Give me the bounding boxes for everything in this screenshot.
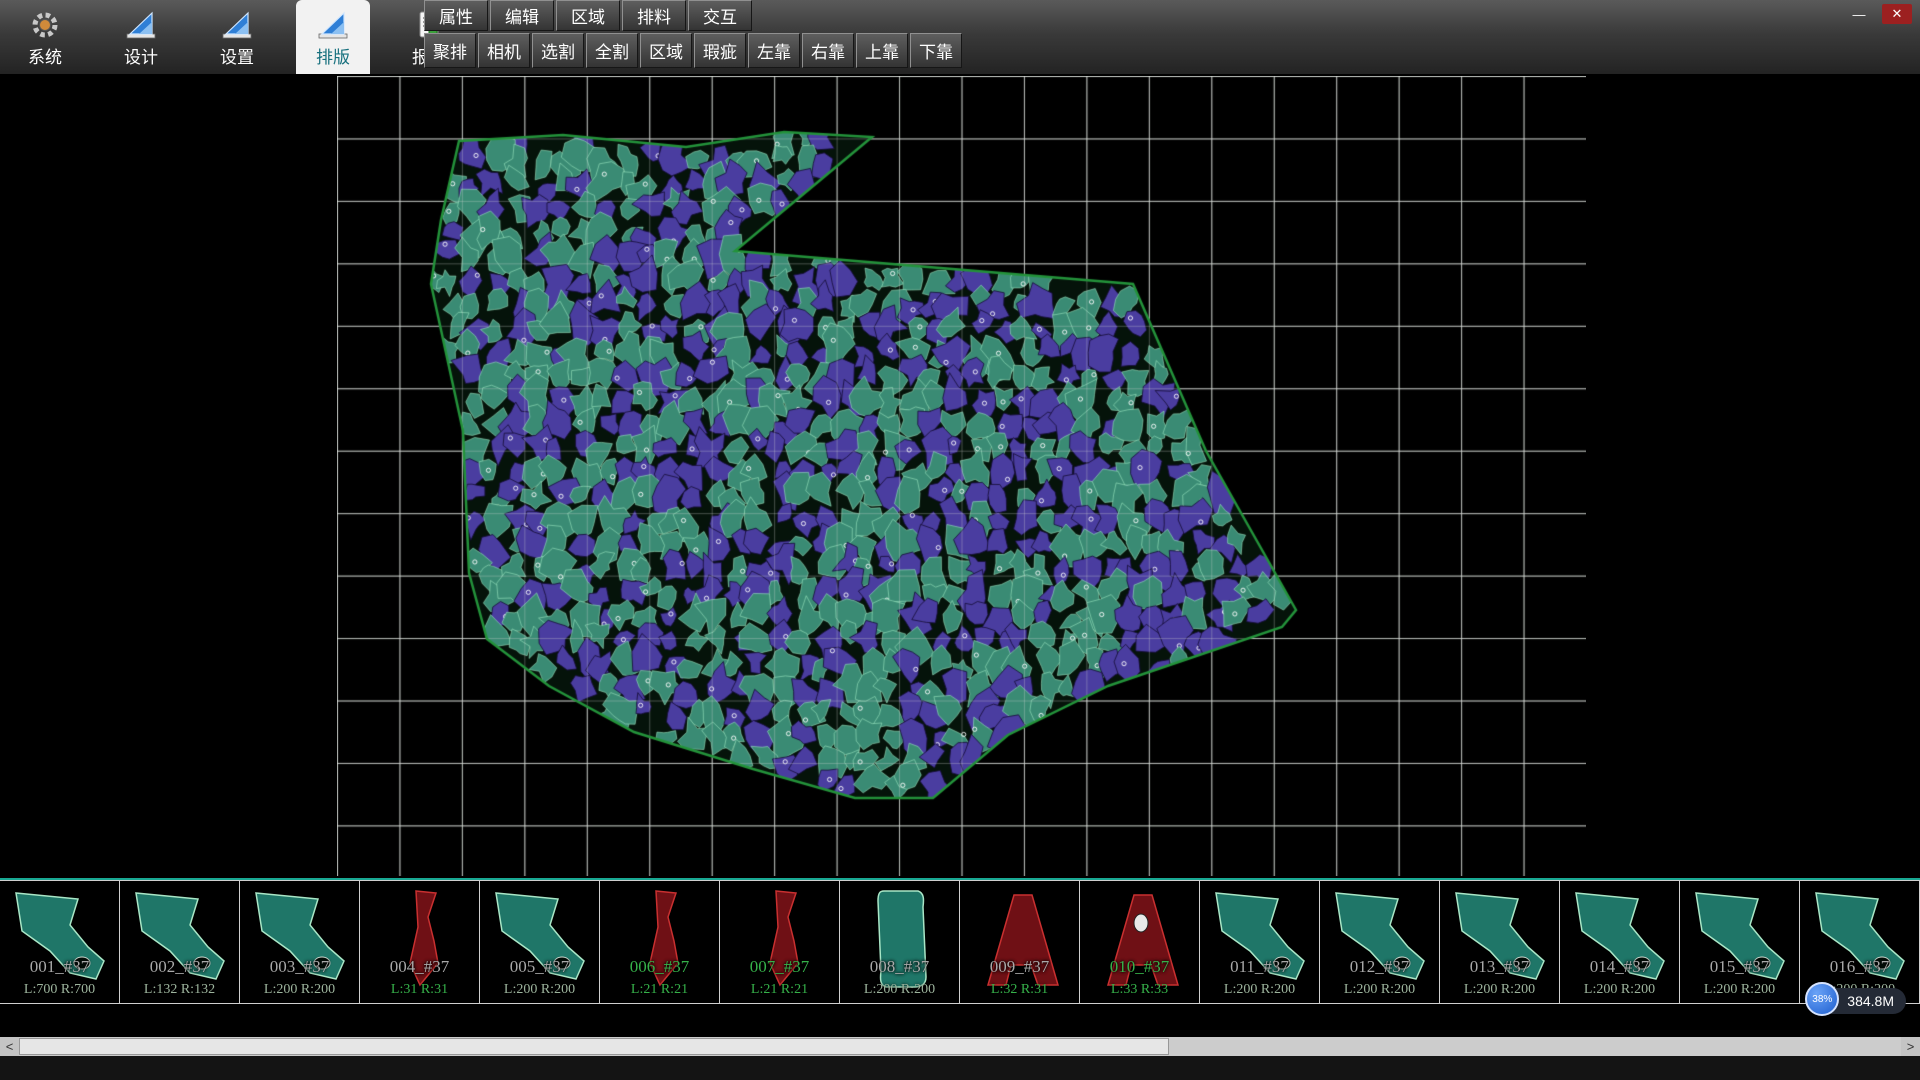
- thumbnail-row: 001_#37 L:700 R:700002_#37 L:132 R:132003_…: [0, 880, 1920, 1004]
- piece-lr-count: L:31 R:31: [360, 982, 479, 998]
- tab-label: 设置: [220, 49, 254, 66]
- piece-thumbnail-003[interactable]: 003_#37 L:200 R:200: [240, 881, 360, 1003]
- menu-camera-button[interactable]: 相机: [478, 33, 530, 68]
- piece-label: 003_#37: [240, 957, 359, 977]
- piece-label: 001_#37: [0, 957, 119, 977]
- close-button[interactable]: ✕: [1882, 4, 1912, 24]
- menu-region-button[interactable]: 区域: [556, 0, 620, 31]
- piece-lr-count: L:33 R:33: [1080, 982, 1199, 998]
- piece-label: 016_#37: [1800, 957, 1919, 977]
- piece-thumbnail-014[interactable]: 014_#37 L:200 R:200: [1560, 881, 1680, 1003]
- piece-lr-count: L:200 R:200: [1320, 982, 1439, 998]
- menu-nesting-button[interactable]: 排料: [622, 0, 686, 31]
- piece-thumbnail-011[interactable]: 011_#37 L:200 R:200: [1200, 881, 1320, 1003]
- tab-design[interactable]: 设计: [104, 0, 178, 74]
- workspace: [0, 74, 1920, 878]
- gear-icon: [29, 9, 61, 46]
- set-square-icon: [317, 9, 349, 46]
- piece-thumbnail-012[interactable]: 012_#37 L:200 R:200: [1320, 881, 1440, 1003]
- menu-align-bottom-button[interactable]: 下靠: [910, 33, 962, 68]
- memory-value: 384.8M: [1847, 993, 1894, 1009]
- piece-label: 011_#37: [1200, 957, 1319, 977]
- horizontal-scrollbar[interactable]: < >: [0, 1037, 1920, 1056]
- scroll-thumb[interactable]: [19, 1038, 1169, 1055]
- piece-label: 010_#37: [1080, 957, 1199, 977]
- menu-defect-button[interactable]: 瑕疵: [694, 33, 746, 68]
- piece-lr-count: L:200 R:200: [480, 982, 599, 998]
- piece-label: 014_#37: [1560, 957, 1679, 977]
- minimize-button[interactable]: —: [1844, 4, 1874, 24]
- piece-thumbnail-001[interactable]: 001_#37 L:700 R:700: [0, 881, 120, 1003]
- piece-label: 004_#37: [360, 957, 479, 977]
- piece-lr-count: L:200 R:200: [1200, 982, 1319, 998]
- toolbar: 系统设计设置排版报表 属性编辑区域排料交互 聚排相机选割全割区域瑕疵左靠右靠上靠…: [0, 0, 1920, 74]
- menu-row-1: 属性编辑区域排料交互: [424, 0, 964, 31]
- piece-label: 009_#37: [960, 957, 1079, 977]
- memory-status: 38% 384.8M: [1811, 988, 1906, 1014]
- piece-thumbnail-013[interactable]: 013_#37 L:200 R:200: [1440, 881, 1560, 1003]
- piece-thumbnail-004[interactable]: 004_#37 L:31 R:31: [360, 881, 480, 1003]
- piece-label: 015_#37: [1680, 957, 1799, 977]
- piece-label: 013_#37: [1440, 957, 1559, 977]
- tab-layout[interactable]: 排版: [296, 0, 370, 74]
- scroll-left-button[interactable]: <: [0, 1037, 19, 1056]
- menu-cut-all-button[interactable]: 全割: [586, 33, 638, 68]
- menu-edit-button[interactable]: 编辑: [490, 0, 554, 31]
- piece-lr-count: L:700 R:700: [0, 982, 119, 998]
- menu-cluster-nest-button[interactable]: 聚排: [424, 33, 476, 68]
- bottom-filler: [0, 1056, 1920, 1080]
- piece-thumbnail-008[interactable]: 008_#37 L:200 R:200: [840, 881, 960, 1003]
- tab-system[interactable]: 系统: [8, 0, 82, 74]
- menu-align-top-button[interactable]: 上靠: [856, 33, 908, 68]
- piece-thumbnail-005[interactable]: 005_#37 L:200 R:200: [480, 881, 600, 1003]
- piece-thumbnail-007[interactable]: 007_#37 L:21 R:21: [720, 881, 840, 1003]
- piece-lr-count: L:200 R:200: [1680, 982, 1799, 998]
- nesting-viewport[interactable]: [337, 76, 1586, 876]
- menu-bar: 属性编辑区域排料交互 聚排相机选割全割区域瑕疵左靠右靠上靠下靠: [424, 0, 964, 68]
- menu-zone-button[interactable]: 区域: [640, 33, 692, 68]
- piece-thumbnail-002[interactable]: 002_#37 L:132 R:132: [120, 881, 240, 1003]
- menu-align-left-button[interactable]: 左靠: [748, 33, 800, 68]
- piece-lr-count: L:132 R:132: [120, 982, 239, 998]
- piece-lr-count: L:200 R:200: [1560, 982, 1679, 998]
- piece-thumbnail-010[interactable]: 010_#37 L:33 R:33: [1080, 881, 1200, 1003]
- piece-lr-count: L:21 R:21: [600, 982, 719, 998]
- app-window: 系统设计设置排版报表 属性编辑区域排料交互 聚排相机选割全割区域瑕疵左靠右靠上靠…: [0, 0, 1920, 1080]
- piece-label: 006_#37: [600, 957, 719, 977]
- piece-lr-count: L:200 R:200: [840, 982, 959, 998]
- progress-badge: 38%: [1805, 982, 1839, 1016]
- piece-thumbnail-006[interactable]: 006_#37 L:21 R:21: [600, 881, 720, 1003]
- piece-label: 012_#37: [1320, 957, 1439, 977]
- set-square-icon: [221, 9, 253, 46]
- piece-label: 005_#37: [480, 957, 599, 977]
- menu-interaction-button[interactable]: 交互: [688, 0, 752, 31]
- piece-lr-count: L:200 R:200: [240, 982, 359, 998]
- window-controls: — ✕: [1844, 4, 1912, 24]
- piece-label: 007_#37: [720, 957, 839, 977]
- set-square-icon: [125, 9, 157, 46]
- menu-row-2: 聚排相机选割全割区域瑕疵左靠右靠上靠下靠: [424, 33, 964, 68]
- piece-lr-count: L:200 R:200: [1440, 982, 1559, 998]
- piece-label: 008_#37: [840, 957, 959, 977]
- piece-thumbnail-015[interactable]: 015_#37 L:200 R:200: [1680, 881, 1800, 1003]
- menu-align-right-button[interactable]: 右靠: [802, 33, 854, 68]
- tab-settings[interactable]: 设置: [200, 0, 274, 74]
- piece-lr-count: L:21 R:21: [720, 982, 839, 998]
- main-tabs: 系统设计设置排版报表: [8, 0, 466, 74]
- menu-select-cut-button[interactable]: 选割: [532, 33, 584, 68]
- tab-label: 系统: [28, 49, 62, 66]
- menu-properties-button[interactable]: 属性: [424, 0, 488, 31]
- piece-lr-count: L:32 R:31: [960, 982, 1079, 998]
- piece-list: 001_#37 L:700 R:700002_#37 L:132 R:132003_…: [0, 878, 1920, 1005]
- tab-label: 设计: [124, 49, 158, 66]
- scroll-right-button[interactable]: >: [1901, 1037, 1920, 1056]
- tab-label: 排版: [316, 49, 350, 66]
- piece-label: 002_#37: [120, 957, 239, 977]
- piece-thumbnail-009[interactable]: 009_#37 L:32 R:31: [960, 881, 1080, 1003]
